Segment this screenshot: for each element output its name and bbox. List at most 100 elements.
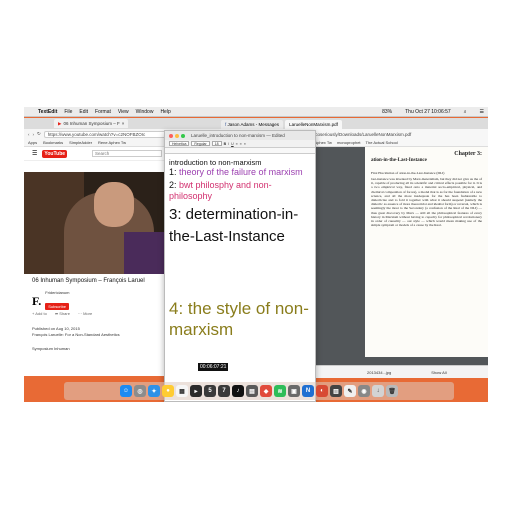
app-icon-f[interactable]: ▥ [330,385,342,397]
align-center-icon[interactable]: ≡ [240,142,242,146]
tab-messages-label: Jason Adams - Messages [227,122,280,127]
chapter-subtitle: ation-in-the-Last-Instance [371,158,427,163]
download-item[interactable]: 2013434...jpg [367,370,391,375]
doc-item-1-num: 1: [169,167,180,177]
youtube-search-input[interactable]: Search [92,150,163,157]
align-right-icon[interactable]: ≡ [244,142,246,146]
app-icon-e[interactable]: ◐ [316,385,328,397]
doc-item-1: 1: theory of the failure of marxism [169,167,311,178]
doc-item-2: 2: bwt philosphy and non-philosophy [169,180,311,202]
menu-edit[interactable]: Edit [79,109,88,115]
spotify-icon[interactable]: ≋ [274,385,286,397]
video-actions: + Add to ➦ Share ··· More [32,311,92,316]
document-body[interactable]: introduction to non-marxism 1: theory of… [165,154,315,344]
badge-app-7-icon[interactable]: 7 [218,385,230,397]
zoom-window-icon[interactable] [181,133,185,138]
calendar-icon[interactable]: ▦ [176,385,188,397]
dock-badge-7: 7 [222,388,226,394]
bold-button[interactable]: B [224,142,227,146]
forward-icon[interactable]: › [33,132,35,137]
subscribe-button[interactable]: Subscribe [45,303,70,310]
trash-icon[interactable]: 🗑 [386,385,398,397]
channel-name[interactable]: Fridericianum [45,290,69,295]
downloads-icon[interactable]: ↓ [372,385,384,397]
textedit-icon[interactable]: ✎ [344,385,356,397]
menu-format[interactable]: Format [95,109,111,115]
minimize-window-icon[interactable] [175,133,179,138]
tab-pdf[interactable]: LaruelleNonMarxism.pdf [285,120,342,129]
more-button[interactable]: ··· More [78,311,92,316]
menu-list-icon[interactable]: ☰ [480,109,484,115]
browser-tab-bar: ▶ 06 Inhuman Symposium – F × [24,118,224,129]
facebook-icon: f [225,122,227,127]
video-title: 06 Inhuman Symposium – François Laruel [32,278,145,284]
badge-app-5-icon[interactable]: 5 [204,385,216,397]
clock[interactable]: Thu Oct 27 10:06:57 [405,109,451,115]
app-icon-c[interactable]: ▣ [288,385,300,397]
textedit-titlebar: Laruelle_introduction to non-marxism — E… [165,131,315,140]
pdf-tab-bar: f Jason Adams - Messages LaruelleNonMarx… [219,118,488,129]
tab-pdf-label: LaruelleNonMarxism.pdf [289,122,338,127]
bookmark-monoprophet[interactable]: monoprophet [337,140,361,145]
recording-timestamp: 00:06:07:21 [198,363,229,371]
app-icon-b[interactable]: ◆ [260,385,272,397]
bookmark-apps[interactable]: Apps [28,140,37,145]
symposium-label: Symposium Inhuman [32,346,70,351]
menu-help[interactable]: Help [160,109,170,115]
terminal-icon[interactable]: ▸ [190,385,202,397]
doc-item-2-num: 2: [169,180,180,190]
doc-item-3: 3: determination-in-the-Last-Instance [169,206,299,245]
youtube-logo[interactable]: YouTube [42,149,68,158]
menu-window[interactable]: Window [136,109,154,115]
app-menu[interactable]: TextEdit [38,109,57,115]
doc-item-4: 4: the style of non-marxism [169,299,309,339]
share-button[interactable]: ➦ Share [55,311,70,316]
tab-messages[interactable]: f Jason Adams - Messages [221,120,284,129]
hamburger-menu-icon[interactable]: ☰ [32,150,37,157]
doc-item-1-text: theory of the failure of marxism [179,167,303,177]
logic-icon[interactable]: ♪ [232,385,244,397]
menu-file[interactable]: File [64,109,72,115]
video-description: Published on Aug 10, 2015 François Larue… [32,326,120,338]
italic-button[interactable]: I [228,142,229,146]
dock-badge-5: 5 [208,388,212,394]
back-icon[interactable]: ‹ [28,132,30,137]
app-icon-d[interactable]: N [302,385,314,397]
channel-logo[interactable]: F. [32,294,41,309]
textedit-window: Laruelle_introduction to non-marxism — E… [164,130,316,402]
font-size-select[interactable]: 18 [211,141,222,146]
align-left-icon[interactable]: ≡ [236,142,238,146]
browser-tab-youtube[interactable]: ▶ 06 Inhuman Symposium – F × [54,119,129,128]
chapter-heading: Chapter 3: [454,151,482,157]
chrome-icon[interactable]: ● [162,385,174,397]
bookmark-rene[interactable]: Rene Aphex Tw [98,140,126,145]
app-icon-g[interactable]: ◉ [358,385,370,397]
video-speaker-face [94,182,134,227]
font-family-select[interactable]: Helvetica [169,141,190,146]
safari-icon[interactable]: ✦ [148,385,160,397]
bookmark-simpleadder[interactable]: SimpleAdder [69,140,92,145]
bookmark-actual-school[interactable]: The Actual School [366,140,398,145]
battery-level[interactable]: 83% [382,109,392,115]
close-tab-icon[interactable]: × [122,121,125,126]
pdf-body-text: last-instance was invented by Marx-mater… [371,177,482,228]
app-icon-a[interactable]: ▤ [246,385,258,397]
description-text: François Laruelle: For a Non-Standard Ae… [32,332,120,337]
launchpad-icon[interactable]: ◎ [134,385,146,397]
show-all-button[interactable]: Show All [431,370,446,375]
menu-view[interactable]: View [118,109,129,115]
search-icon[interactable]: ⌕ [464,109,467,115]
add-to-button[interactable]: + Add to [32,311,47,316]
close-window-icon[interactable] [169,133,173,138]
dock: ☺ ◎ ✦ ● ▦ ▸ 5 7 ♪ ▤ ◆ ≋ ▣ N ◐ ▥ ✎ ◉ ↓ 🗑 [64,382,454,400]
finder-icon[interactable]: ☺ [120,385,132,397]
share-label: Share [59,311,70,316]
format-toolbar: Helvetica Regular 18 B I U ≡ ≡ ≡ [165,140,315,148]
font-weight-select[interactable]: Regular [191,141,210,146]
section-heading: First Elucidation of ation-in-the-Last-I… [371,171,445,175]
doc-intro-line: introduction to non-marxism [169,158,262,167]
reload-icon[interactable]: ↻ [37,131,41,137]
more-label: More [83,311,93,316]
underline-button[interactable]: U [231,142,234,146]
bookmark-bookmarks[interactable]: Bookmarks [43,140,63,145]
